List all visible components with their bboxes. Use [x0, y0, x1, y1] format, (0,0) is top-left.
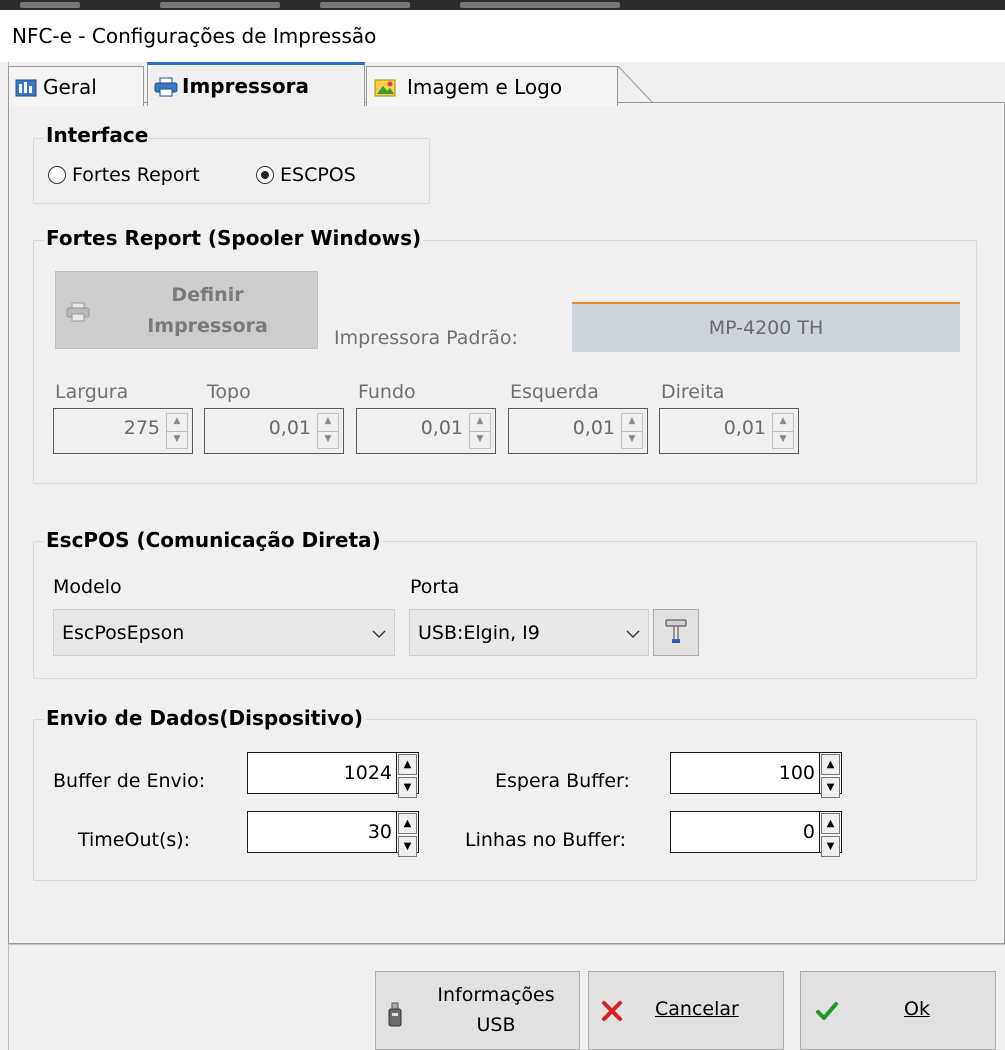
tab-corner [617, 65, 654, 103]
escpos-group-title: EscPOS (Comunicação Direta) [44, 528, 383, 552]
cancel-button[interactable]: Cancelar [588, 971, 784, 1050]
esquerda-spinner[interactable]: 0,01 ▲ ▼ [508, 408, 648, 454]
define-printer-line1: Definir [171, 284, 244, 306]
radio-button[interactable] [48, 166, 66, 184]
define-printer-button[interactable]: Definir Impressora [55, 271, 318, 349]
tab-label: Impressora [182, 73, 309, 98]
largura-spinner[interactable]: 275 ▲ ▼ [53, 408, 193, 454]
linhas-buffer-value: 0 [802, 821, 815, 843]
espera-buffer-label: Espera Buffer: [495, 770, 630, 792]
spin-arrows[interactable]: ▲ ▼ [621, 413, 643, 449]
tab-imagem-logo[interactable]: Imagem e Logo [366, 66, 618, 106]
radio-escpos[interactable]: ESCPOS [256, 164, 356, 186]
spin-arrows[interactable]: ▲ ▼ [819, 812, 841, 857]
footer-divider [8, 944, 1005, 945]
spin-arrows[interactable]: ▲ ▼ [396, 753, 418, 798]
modelo-label: Modelo [53, 576, 122, 598]
spin-arrows[interactable]: ▲ ▼ [772, 413, 794, 449]
chevron-down-icon [364, 623, 394, 642]
timeout-spinner[interactable]: 30 ▲ ▼ [247, 811, 419, 857]
define-printer-line2: Impressora [147, 315, 268, 337]
buffer-envio-label: Buffer de Envio: [53, 770, 206, 792]
usb-button-line2: USB [476, 1014, 516, 1036]
modelo-select[interactable]: EscPosEpson [53, 609, 395, 656]
topo-value: 0,01 [268, 417, 311, 439]
spin-arrows[interactable]: ▲ ▼ [396, 812, 418, 857]
usb-info-button[interactable]: Informações USB [375, 971, 580, 1050]
settings-panel-icon [15, 78, 37, 96]
fundo-label: Fundo [358, 381, 416, 403]
direita-label: Direita [661, 381, 725, 403]
fortes-report-group-title: Fortes Report (Spooler Windows) [44, 226, 424, 250]
usb-drive-icon [388, 1002, 402, 1033]
background-window-strip [0, 0, 1005, 10]
default-printer-label: Impressora Padrão: [334, 327, 518, 349]
spin-arrows[interactable]: ▲ ▼ [166, 413, 188, 449]
usb-button-line1: Informações [437, 984, 555, 1006]
port-config-button[interactable] [653, 609, 699, 656]
spin-arrows[interactable]: ▲ ▼ [469, 413, 491, 449]
esquerda-label: Esquerda [510, 381, 599, 403]
topo-spinner[interactable]: 0,01 ▲ ▼ [204, 408, 344, 454]
radio-label: ESCPOS [280, 164, 356, 186]
close-icon [601, 1000, 623, 1027]
interface-group-title: Interface [44, 123, 151, 147]
porta-label: Porta [410, 576, 460, 598]
direita-spinner[interactable]: 0,01 ▲ ▼ [659, 408, 799, 454]
spin-arrows[interactable]: ▲ ▼ [317, 413, 339, 449]
timeout-value: 30 [367, 821, 392, 843]
largura-value: 275 [123, 417, 160, 439]
printer-icon [154, 77, 178, 96]
espera-buffer-spinner[interactable]: 100 ▲ ▼ [670, 752, 842, 798]
porta-select[interactable]: USB:Elgin, I9 [409, 609, 649, 656]
image-icon [373, 78, 396, 96]
linhas-buffer-label: Linhas no Buffer: [465, 829, 626, 851]
checkmark-icon [815, 1000, 839, 1027]
radio-button-selected[interactable] [256, 166, 274, 184]
linhas-buffer-spinner[interactable]: 0 ▲ ▼ [670, 811, 842, 857]
largura-label: Largura [55, 381, 129, 403]
chevron-down-icon [618, 623, 648, 642]
radio-fortes-report[interactable]: Fortes Report [48, 164, 200, 186]
hammer-icon [661, 615, 691, 650]
tab-impressora[interactable]: Impressora [147, 62, 365, 106]
default-printer-field[interactable]: MP-4200 TH [572, 302, 960, 352]
tab-geral[interactable]: Geral [8, 66, 144, 106]
ok-button[interactable]: Ok [800, 971, 996, 1050]
modelo-value: EscPosEpson [62, 621, 185, 644]
tab-label: Geral [43, 74, 97, 99]
porta-value: USB:Elgin, I9 [418, 621, 540, 644]
radio-label: Fortes Report [72, 164, 200, 186]
cancel-label: Cancelar [655, 998, 739, 1020]
esquerda-value: 0,01 [572, 417, 615, 439]
envio-dados-group-title: Envio de Dados(Dispositivo) [44, 706, 366, 730]
espera-buffer-value: 100 [778, 762, 815, 784]
spin-arrows[interactable]: ▲ ▼ [819, 753, 841, 798]
fundo-spinner[interactable]: 0,01 ▲ ▼ [356, 408, 496, 454]
buffer-envio-value: 1024 [343, 762, 392, 784]
buffer-envio-spinner[interactable]: 1024 ▲ ▼ [247, 752, 419, 798]
window-title: NFC-e - Configurações de Impressão [12, 24, 377, 48]
direita-value: 0,01 [723, 417, 766, 439]
ok-label: Ok [904, 998, 930, 1020]
tab-label: Imagem e Logo [407, 74, 563, 99]
topo-label: Topo [207, 381, 251, 403]
timeout-label: TimeOut(s): [78, 829, 191, 851]
fundo-value: 0,01 [420, 417, 463, 439]
